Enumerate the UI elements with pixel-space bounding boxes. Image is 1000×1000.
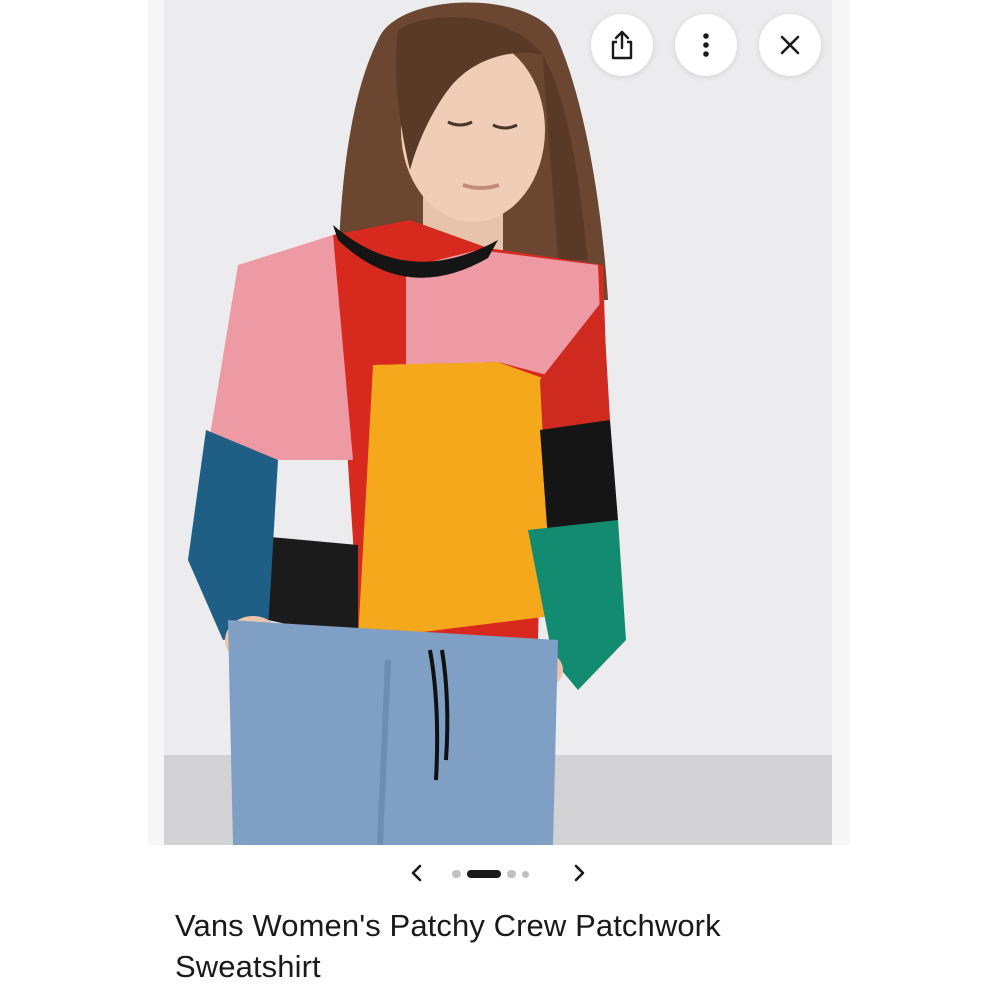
product-title: Vans Women's Patchy Crew Patchwork Sweat… — [175, 908, 721, 984]
chevron-left-icon — [411, 864, 422, 882]
more-vertical-icon — [703, 33, 709, 57]
previous-image-button[interactable] — [400, 856, 434, 890]
image-carousel-pager — [400, 856, 600, 890]
carousel-dot[interactable] — [507, 870, 516, 878]
carousel-dot[interactable] — [522, 871, 529, 878]
more-options-button[interactable] — [675, 14, 737, 76]
product-photo-illustration — [148, 0, 850, 845]
share-icon — [611, 30, 633, 60]
product-image[interactable] — [148, 0, 850, 845]
share-button[interactable] — [591, 14, 653, 76]
carousel-dot[interactable] — [452, 870, 461, 878]
chevron-right-icon — [574, 864, 585, 882]
close-button[interactable] — [759, 14, 821, 76]
close-icon — [780, 35, 800, 55]
carousel-dot-active[interactable] — [467, 870, 501, 878]
next-image-button[interactable] — [562, 856, 596, 890]
